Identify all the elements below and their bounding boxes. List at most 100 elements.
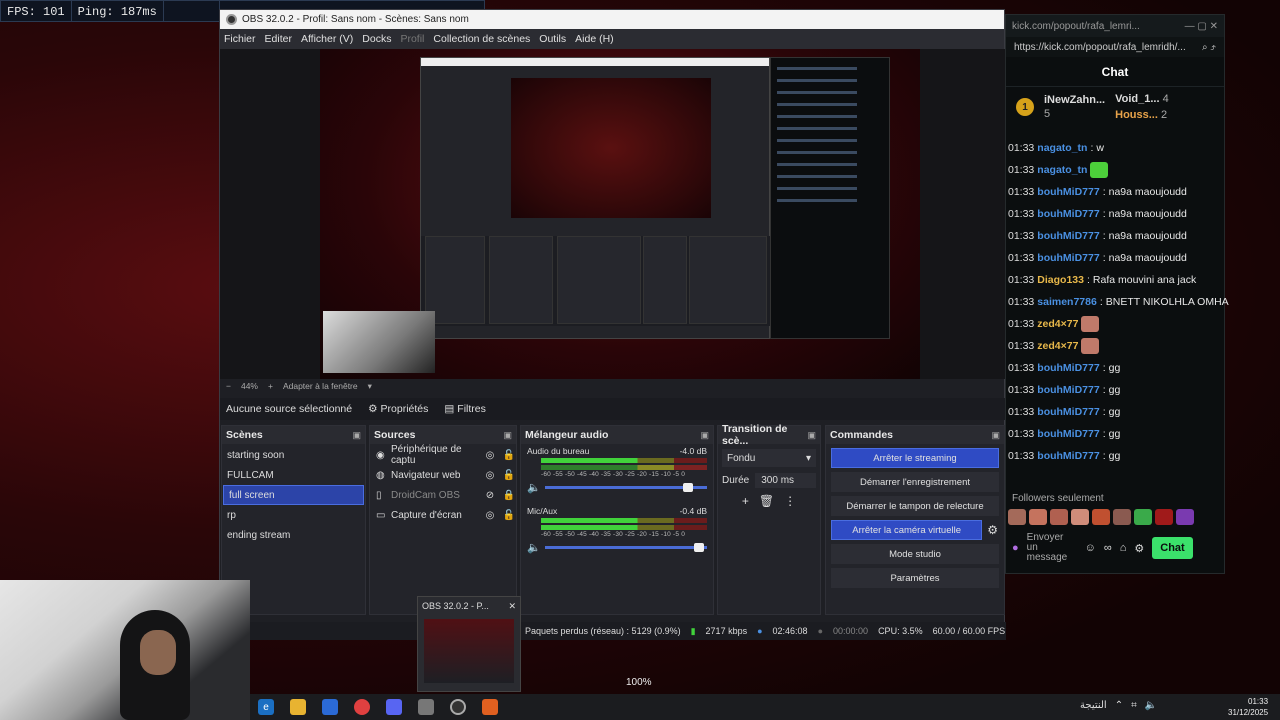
lock-icon[interactable]: 🔒	[502, 490, 516, 501]
explorer-icon[interactable]	[290, 699, 306, 715]
dock-menu-icon[interactable]: ▣	[503, 430, 512, 441]
network-icon[interactable]: ⌗	[1131, 700, 1137, 711]
speaker-icon[interactable]: 🔈	[527, 481, 541, 494]
lock-icon[interactable]: 🔓	[502, 470, 516, 481]
more-icon[interactable]: ⋮	[784, 494, 796, 508]
transition-select[interactable]: Fondu ▾	[722, 449, 816, 467]
menu-outils[interactable]: Outils	[539, 33, 566, 45]
close-icon[interactable]: ✕	[508, 601, 516, 612]
lock-icon[interactable]: 🔓	[502, 450, 516, 461]
gear-icon[interactable]: ⚙	[987, 523, 998, 537]
source-item[interactable]: ▭ Capture d'écran ◎ 🔓	[370, 505, 516, 525]
emote[interactable]	[1050, 509, 1068, 525]
scene-item-selected[interactable]: full screen	[223, 485, 364, 505]
menu-aide[interactable]: Aide (H)	[575, 33, 614, 45]
filters-button[interactable]: ▤ Filtres	[444, 403, 486, 415]
window-controls[interactable]: — ▢ ✕	[1185, 21, 1218, 32]
tray-label[interactable]: النتيجة	[1080, 700, 1107, 711]
emoji-icon[interactable]: ☺	[1085, 542, 1096, 554]
volume-icon[interactable]: 🔈	[1145, 700, 1157, 711]
menu-profil[interactable]: Profil	[400, 33, 424, 45]
message-user[interactable]: nagato_tn	[1037, 164, 1087, 176]
replay-buffer-button[interactable]: Démarrer le tampon de relecture	[831, 496, 999, 516]
emote[interactable]	[1008, 509, 1026, 525]
thumb-preview[interactable]	[424, 619, 514, 683]
studio-mode-button[interactable]: Mode studio	[831, 544, 999, 564]
menu-editer[interactable]: Editer	[265, 33, 292, 45]
dock-menu-icon[interactable]: ▣	[991, 430, 1000, 441]
message-user[interactable]: bouhMiD777	[1037, 186, 1099, 198]
emote[interactable]	[1176, 509, 1194, 525]
emote[interactable]	[1029, 509, 1047, 525]
discord-icon[interactable]	[386, 699, 402, 715]
scene-item[interactable]: rp	[222, 505, 365, 525]
source-item[interactable]: ▯ DroidCam OBS ⊘ 🔒	[370, 485, 516, 505]
stop-virtual-camera-button[interactable]: Arrêter la caméra virtuelle	[831, 520, 983, 540]
zoom-icon[interactable]: ⌕ ⤴	[1202, 42, 1216, 53]
chat-titlebar[interactable]: kick.com/popout/rafa_lemri... — ▢ ✕	[1006, 15, 1224, 37]
trash-icon[interactable]: 🗑	[759, 494, 774, 508]
gear-icon[interactable]: ⚙	[1134, 542, 1144, 555]
address-bar[interactable]: https://kick.com/popout/rafa_lemridh/...…	[1006, 37, 1224, 57]
scene-item[interactable]: starting soon	[222, 445, 365, 465]
chevron-down-icon[interactable]: ▾	[368, 381, 372, 392]
taskbar-thumbnail[interactable]: OBS 32.0.2 - P... ✕	[417, 596, 521, 692]
url-text[interactable]: https://kick.com/popout/rafa_lemridh/...	[1014, 42, 1186, 53]
add-icon[interactable]: +	[742, 494, 749, 508]
menu-fichier[interactable]: Fichier	[224, 33, 256, 45]
zoom-out-icon[interactable]: −	[226, 381, 231, 391]
eye-icon[interactable]: ◎	[483, 450, 497, 461]
start-recording-button[interactable]: Démarrer l'enregistrement	[831, 472, 999, 492]
store-icon[interactable]: ⌂	[1120, 542, 1127, 554]
zoom-in-icon[interactable]: +	[268, 381, 273, 391]
fit-dropdown[interactable]: Adapter à la fenêtre	[283, 381, 358, 391]
message-user[interactable]: Diago133	[1037, 274, 1084, 286]
menu-docks[interactable]: Docks	[362, 33, 391, 45]
eye-icon[interactable]: ◎	[483, 510, 497, 521]
send-chat-button[interactable]: Chat	[1152, 537, 1193, 559]
menu-afficher[interactable]: Afficher (V)	[301, 33, 353, 45]
emote[interactable]	[1155, 509, 1173, 525]
mic-icon[interactable]: ●	[1012, 542, 1019, 554]
settings-button[interactable]: Paramètres	[831, 568, 999, 588]
menu-collection[interactable]: Collection de scènes	[433, 33, 530, 45]
emote[interactable]	[1134, 509, 1152, 525]
obs-icon[interactable]	[450, 699, 466, 715]
source-item[interactable]: ◍ Navigateur web ◎ 🔓	[370, 465, 516, 485]
emote[interactable]	[1113, 509, 1131, 525]
preview-canvas[interactable]	[220, 49, 1006, 379]
message-user[interactable]: bouhMiD777	[1037, 252, 1099, 264]
outlook-icon[interactable]	[322, 699, 338, 715]
app-icon[interactable]	[482, 699, 498, 715]
dock-menu-icon[interactable]: ▣	[807, 430, 816, 441]
volume-slider[interactable]	[544, 483, 707, 492]
volume-knob[interactable]	[694, 543, 705, 552]
message-user[interactable]: nagato_tn	[1037, 142, 1087, 154]
message-user[interactable]: saimen7786	[1037, 296, 1097, 308]
message-user[interactable]: zed4×77	[1037, 340, 1078, 352]
emote[interactable]	[1071, 509, 1089, 525]
message-user[interactable]: bouhMiD777	[1037, 230, 1099, 242]
eye-hidden-icon[interactable]: ⊘	[483, 490, 497, 501]
speaker-icon[interactable]: 🔈	[527, 541, 541, 554]
chrome-icon[interactable]	[354, 699, 370, 715]
source-item[interactable]: ◉ Périphérique de captu ◎ 🔓	[370, 444, 516, 466]
emote[interactable]	[1092, 509, 1110, 525]
stop-streaming-button[interactable]: Arrêter le streaming	[831, 448, 999, 468]
volume-slider[interactable]	[544, 543, 707, 552]
system-clock[interactable]: 01:33 31/12/2025	[1228, 696, 1268, 718]
message-user[interactable]: bouhMiD777	[1037, 362, 1099, 374]
message-user[interactable]: bouhMiD777	[1037, 450, 1099, 462]
infinity-icon[interactable]: ∞	[1104, 542, 1112, 554]
scene-item[interactable]: ending stream	[222, 525, 365, 545]
lock-icon[interactable]: 🔓	[502, 510, 516, 521]
properties-button[interactable]: ⚙ Propriétés	[368, 403, 428, 415]
obs-titlebar[interactable]: OBS 32.0.2 - Profil: Sans nom - Scènes: …	[220, 10, 1004, 29]
edge-icon[interactable]: e	[258, 699, 274, 715]
eye-icon[interactable]: ◎	[483, 470, 497, 481]
duration-input[interactable]: 300 ms	[755, 473, 816, 488]
message-input[interactable]: Envoyer un message	[1027, 533, 1077, 563]
chevron-up-icon[interactable]: ⌃	[1115, 700, 1123, 711]
message-user[interactable]: bouhMiD777	[1037, 406, 1099, 418]
dock-menu-icon[interactable]: ▣	[352, 430, 361, 441]
